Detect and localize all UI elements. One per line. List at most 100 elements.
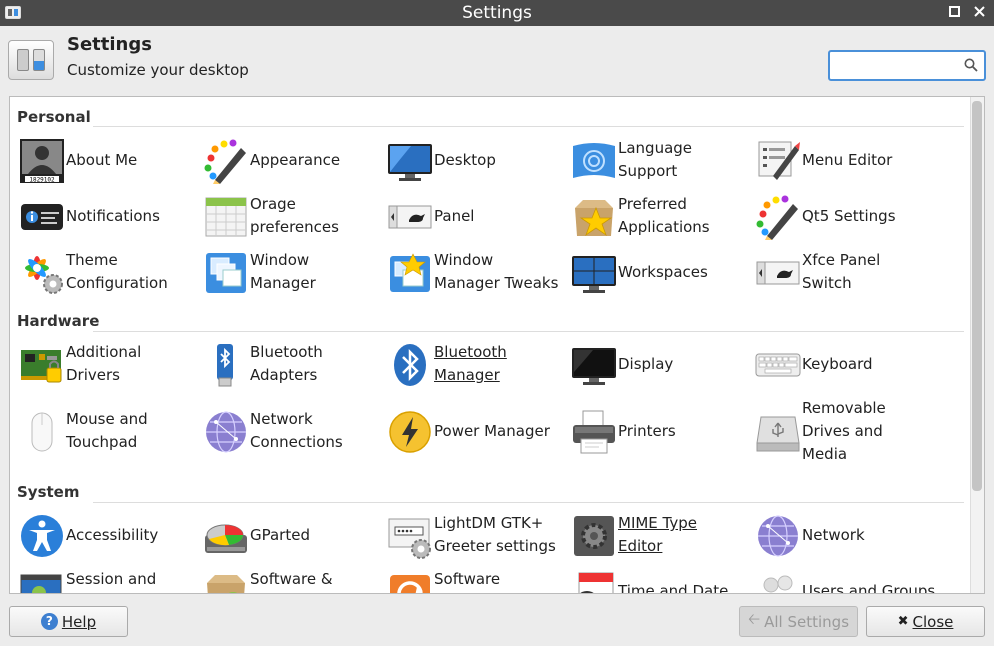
- item-workspaces[interactable]: Workspaces: [571, 245, 751, 299]
- window-title: Settings: [462, 3, 532, 23]
- item-session-and-startup[interactable]: Session and: [19, 564, 199, 593]
- time-and-date-icon: [578, 572, 614, 593]
- item-gparted[interactable]: GParted: [203, 508, 383, 562]
- item-power-manager[interactable]: Power Manager: [387, 404, 567, 458]
- item-label: Switch: [802, 274, 852, 292]
- item-lightdm-gtk-greeter-settings[interactable]: LightDM GTK+ Greeter settings: [387, 508, 567, 562]
- item-software-updater[interactable]: Software: [387, 564, 567, 593]
- item-label: Greeter settings: [434, 537, 556, 555]
- item-label: Notifications: [66, 207, 160, 225]
- all-settings-label: All Settings: [764, 612, 850, 631]
- users-and-groups-icon: [763, 575, 793, 593]
- additional-drivers-icon: [21, 350, 62, 383]
- item-label: Network: [250, 410, 313, 428]
- item-software-and-updates[interactable]: Software &: [203, 564, 383, 593]
- item-label: Window: [434, 251, 494, 269]
- accessibility-icon: [21, 515, 63, 557]
- preferred-applications-icon: [575, 200, 613, 237]
- item-removable-drives-and-media[interactable]: Removable Drives and Media: [755, 399, 935, 463]
- lightdm-greeter-icon: [388, 518, 431, 559]
- close-button[interactable]: ✖ Close: [866, 606, 985, 637]
- item-theme-configuration[interactable]: Theme Configuration: [19, 245, 199, 299]
- item-network[interactable]: Network: [755, 508, 935, 562]
- item-label: Panel: [434, 207, 475, 225]
- item-window-manager-tweaks[interactable]: Window Manager Tweaks: [387, 245, 567, 299]
- item-language-support[interactable]: Language Support: [571, 133, 751, 187]
- item-printers[interactable]: Printers: [571, 404, 751, 458]
- item-qt5-settings[interactable]: Qt5 Settings: [755, 189, 935, 243]
- item-bluetooth-manager[interactable]: Bluetooth Manager: [387, 337, 567, 391]
- help-button[interactable]: ? Help: [9, 606, 128, 637]
- item-about-me[interactable]: 1829102 About Me: [19, 133, 199, 187]
- item-notifications[interactable]: Notifications: [19, 189, 199, 243]
- item-label: Printers: [618, 422, 676, 440]
- search-input[interactable]: [834, 55, 960, 76]
- notifications-icon: [21, 204, 63, 230]
- item-xfce-panel-switch[interactable]: Xfce Panel Switch: [755, 245, 935, 299]
- item-preferred-applications[interactable]: Preferred Applications: [571, 189, 751, 243]
- settings-header-icon: [8, 40, 54, 80]
- category-hardware: Hardware: [17, 312, 100, 330]
- network-globe-icon: [758, 515, 798, 557]
- item-label: Xfce Panel: [802, 251, 881, 269]
- item-network-connections[interactable]: Network Connections: [203, 404, 383, 458]
- item-panel[interactable]: Panel: [387, 189, 567, 243]
- bluetooth-adapter-icon: [217, 344, 233, 387]
- item-label: Mouse and: [66, 410, 148, 428]
- item-additional-drivers[interactable]: Additional Drivers: [19, 337, 199, 391]
- search-box[interactable]: [828, 50, 986, 81]
- software-updater-icon: [390, 575, 430, 593]
- removable-drive-icon: [756, 416, 800, 452]
- item-label: Software &: [250, 570, 333, 588]
- item-appearance[interactable]: Appearance: [203, 133, 383, 187]
- page-title: Settings: [67, 34, 152, 55]
- workspaces-icon: [572, 256, 616, 293]
- qt5-settings-icon: [756, 195, 798, 240]
- item-label: Orage: [250, 195, 296, 213]
- display-icon: [572, 348, 616, 385]
- item-orage-preferences[interactable]: Orage preferences: [203, 189, 383, 243]
- item-mime-type-editor[interactable]: MIME Type Editor: [571, 508, 751, 562]
- orage-calendar-icon: [205, 197, 247, 237]
- mime-type-editor-icon: [574, 516, 614, 556]
- item-label: Bluetooth: [250, 343, 323, 361]
- help-label: Help: [61, 612, 97, 631]
- item-label: Additional: [66, 343, 142, 361]
- item-label: Language: [618, 139, 693, 157]
- item-menu-editor[interactable]: Menu Editor: [755, 133, 935, 187]
- item-keyboard[interactable]: Keyboard: [755, 337, 935, 391]
- theme-configuration-icon: [25, 256, 63, 294]
- item-users-and-groups[interactable]: Users and Groups: [755, 564, 935, 593]
- close-window-button[interactable]: [969, 3, 989, 23]
- session-startup-icon: [20, 574, 62, 593]
- item-bluetooth-adapters[interactable]: Bluetooth Adapters: [203, 337, 383, 391]
- item-label: LightDM GTK+: [434, 514, 544, 532]
- item-label: Configuration: [66, 274, 168, 292]
- item-mouse-and-touchpad[interactable]: Mouse and Touchpad: [19, 404, 199, 458]
- item-time-and-date[interactable]: Time and Date: [571, 564, 751, 593]
- item-display[interactable]: Display: [571, 337, 751, 391]
- network-globe-icon: [206, 411, 246, 453]
- close-icon: ✖: [897, 614, 909, 629]
- scrollbar[interactable]: [970, 97, 984, 593]
- back-arrow-icon: 🡠: [747, 610, 761, 628]
- window-manager-icon: [206, 253, 246, 293]
- item-window-manager[interactable]: Window Manager: [203, 245, 383, 299]
- software-updates-icon: [207, 575, 245, 593]
- maximize-icon: [948, 6, 960, 17]
- item-label: Preferred: [618, 195, 687, 213]
- keyboard-icon: [755, 353, 801, 377]
- scrollbar-thumb[interactable]: [972, 101, 982, 491]
- item-label: Media: [802, 445, 848, 463]
- maximize-button[interactable]: [944, 3, 964, 23]
- item-label: About Me: [66, 151, 138, 169]
- item-desktop[interactable]: Desktop: [387, 133, 567, 187]
- category-divider: [93, 502, 964, 503]
- item-accessibility[interactable]: Accessibility: [19, 508, 199, 562]
- mouse-icon: [31, 412, 53, 452]
- settings-panel[interactable]: Personal 1829102 About Me Appearance Des…: [9, 96, 985, 594]
- item-label: Users and Groups: [802, 582, 936, 594]
- search-icon[interactable]: [964, 58, 978, 72]
- item-label: Desktop: [434, 151, 496, 169]
- all-settings-button[interactable]: 🡠 All Settings: [739, 606, 858, 637]
